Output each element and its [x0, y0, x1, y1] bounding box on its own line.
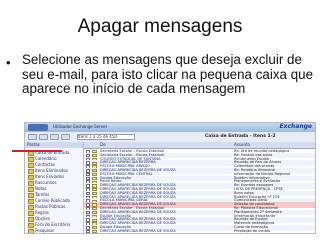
message-row[interactable]: DIREÇÃO APARECIDA BEZERRA DE SOUZA Presta…: [84, 228, 315, 233]
folder-icon: [28, 198, 34, 204]
message-sender: DIREÇÃO APARECIDA BEZERRA DE SOUZA: [100, 228, 176, 233]
folder-icon: [28, 162, 34, 168]
folder-icon: [28, 204, 34, 210]
delete-button[interactable]: [61, 134, 70, 140]
folder-icon: [28, 216, 34, 222]
folder-label: Tarefas: [35, 192, 50, 197]
sidebar-folder[interactable]: Pesquisar: [28, 228, 55, 233]
new-message-button[interactable]: [28, 134, 37, 140]
forward-button[interactable]: [50, 134, 59, 140]
webmail-screenshot: Utilizador Exchange Server Exchange Iten…: [24, 122, 316, 234]
folder-label: Itens Enviados: [35, 174, 65, 179]
folder-icon: [28, 156, 34, 162]
envelope-icon: [92, 229, 97, 233]
folder-label: Rascunhos: [35, 180, 57, 185]
folder-icon: [28, 222, 34, 228]
folder-label: Correio Publicado: [35, 198, 70, 203]
folder-icon: [28, 186, 34, 192]
folder-icon: [28, 168, 34, 174]
folder-icon: [28, 210, 34, 216]
logo-icon: [28, 124, 48, 131]
folder-label: Opções: [35, 216, 50, 221]
select-checkbox[interactable]: [86, 229, 90, 233]
sidebar-header: Pastas: [25, 142, 83, 148]
reply-button[interactable]: [39, 134, 48, 140]
brand-label: Exchange: [279, 123, 312, 130]
message-count: Itens 1 a 25 de 450: [77, 134, 135, 140]
folder-label: Contactos: [35, 162, 56, 167]
message-list: De Assunto Secretaria Escolar - Escola E…: [84, 142, 315, 233]
folder-icon: [28, 192, 34, 198]
folder-label: Notas: [35, 186, 47, 191]
list-title: Caixa de Entrada - Itens 1-2: [205, 134, 276, 139]
pointer-arrow: [12, 150, 62, 152]
folder-icon: [28, 180, 34, 186]
folder-label: Pesquisar: [35, 228, 55, 233]
message-subject: Prestação de contas: [234, 228, 271, 233]
column-from[interactable]: De: [100, 142, 106, 148]
folder-label: Itens Eliminados: [35, 168, 68, 173]
column-subject[interactable]: Assunto: [234, 142, 250, 148]
folder-sidebar: Pastas Caixa de Entrada Calendário Contact…: [25, 142, 84, 233]
webmail-header: Utilizador Exchange Server Exchange: [25, 123, 315, 132]
folder-label: Fora do Escritório: [35, 222, 71, 227]
bullet-dot-icon: •: [6, 55, 11, 70]
folder-label: Pastas Públicas: [35, 204, 66, 209]
bullet-text: Selecione as mensagens que deseja exclui…: [22, 52, 314, 96]
slide-title: Apagar mensagens: [77, 16, 243, 37]
folder-icon: [28, 228, 34, 233]
column-header: De Assunto: [84, 142, 315, 149]
user-line: Utilizador Exchange Server: [53, 124, 108, 129]
folder-label: Calendário: [35, 156, 57, 161]
folder-label: Regras: [35, 210, 49, 215]
folder-icon: [28, 174, 34, 180]
